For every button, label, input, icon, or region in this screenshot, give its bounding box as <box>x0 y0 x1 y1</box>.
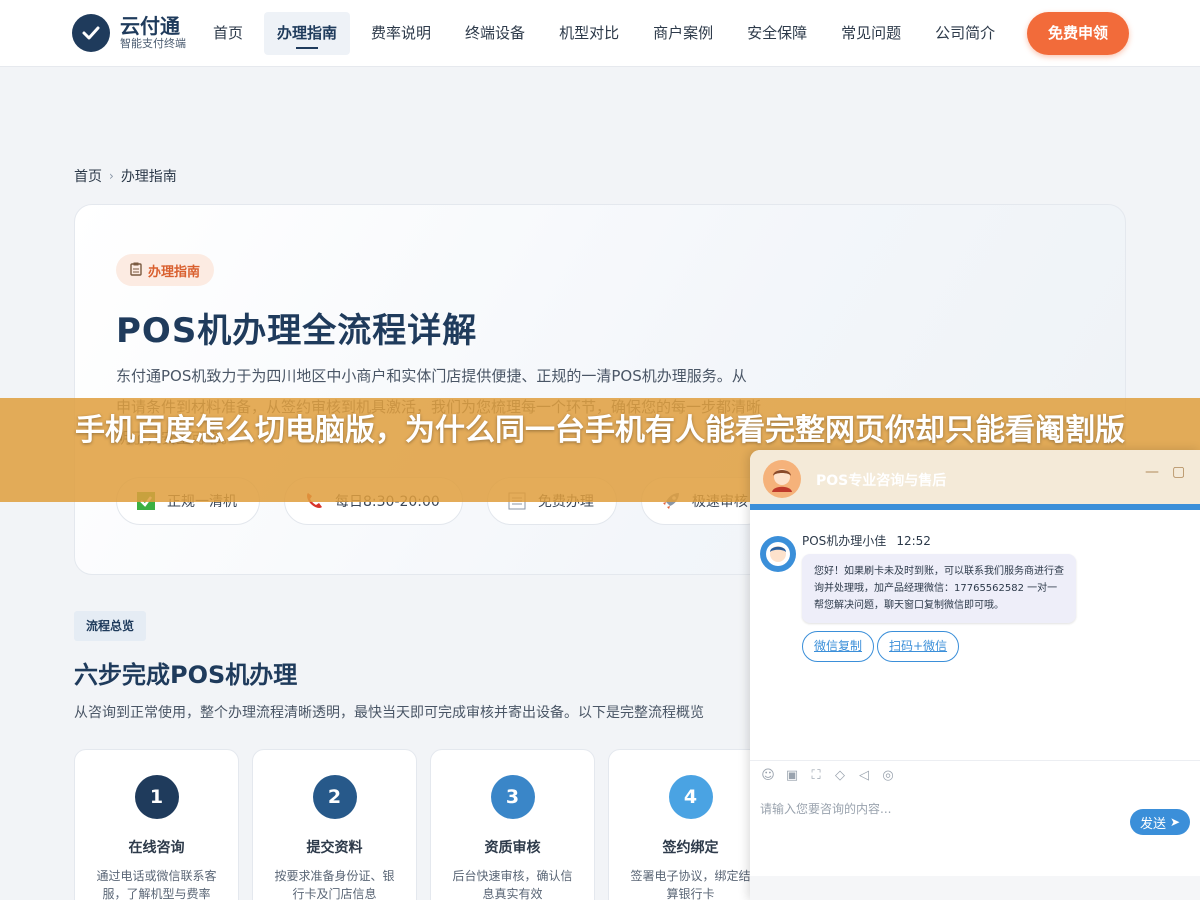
section-tag: 流程总览 <box>74 611 147 641</box>
logo-subtitle: 智能支付终端 <box>120 37 186 50</box>
nav-home[interactable]: 首页 <box>200 12 256 55</box>
nav-guide[interactable]: 办理指南 <box>264 12 351 55</box>
step-card: 4 签约绑定 签署电子协议，绑定结算银行卡 <box>608 749 773 900</box>
step-title: 在线咨询 <box>128 840 185 856</box>
nav-rates[interactable]: 费率说明 <box>358 12 444 55</box>
step-title: 签约绑定 <box>662 840 719 856</box>
screenshot-icon[interactable]: ⛶ <box>808 768 824 784</box>
send-label: 发送 <box>1139 816 1166 832</box>
breadcrumb-separator: › <box>109 169 114 183</box>
quick-reply-scan-wechat[interactable]: 扫码+微信 <box>877 631 960 662</box>
agent-name-text: POS机办理小佳 <box>802 534 887 548</box>
site-logo[interactable]: 云付通 智能支付终端 <box>72 14 186 52</box>
nav-about[interactable]: 公司简介 <box>922 12 1008 55</box>
quick-reply-copy-wechat[interactable]: 微信复制 <box>802 631 875 662</box>
page-title: POS机办理全流程详解 <box>116 311 478 351</box>
nav-cases[interactable]: 商户案例 <box>640 12 726 55</box>
send-button[interactable]: 发送 ➤ <box>1130 809 1190 835</box>
agent-name: POS机办理小佳 12:52 <box>802 532 931 549</box>
send-arrow-icon: ➤ <box>1169 815 1181 829</box>
minimize-icon[interactable]: — <box>1145 464 1159 480</box>
nav-security[interactable]: 安全保障 <box>734 12 820 55</box>
message-time: 12:52 <box>896 534 931 548</box>
wechat-icon[interactable]: ◎ <box>880 768 896 784</box>
logo-name: 云付通 <box>120 14 180 38</box>
step-number: 3 <box>490 775 535 819</box>
step-number: 1 <box>134 775 179 819</box>
logo-check-icon <box>72 14 110 52</box>
hero-tag-label: 办理指南 <box>148 264 201 280</box>
section-description: 从咨询到正常使用，整个办理流程清晰透明，最快当天即可完成审核并寄出设备。以下是完… <box>74 705 704 721</box>
chat-header[interactable]: POS专业咨询与售后 — ▢ <box>750 450 1200 510</box>
clipboard-icon <box>130 262 142 279</box>
breadcrumb-home[interactable]: 首页 <box>74 166 102 186</box>
breadcrumb-current: 办理指南 <box>120 169 177 185</box>
nav-compare[interactable]: 机型对比 <box>546 12 632 55</box>
section-title: 六步完成POS机办理 <box>74 661 298 689</box>
agent-avatar <box>760 536 796 572</box>
step-description: 按要求准备身份证、银行卡及门店信息 <box>274 869 395 900</box>
chat-footer <box>750 876 1200 900</box>
message-bubble: 您好！如果刷卡未及时到账，可以联系我们服务商进行查询并处理哦，加产品经理微信：1… <box>802 554 1076 623</box>
main-nav: 首页 办理指南 费率说明 终端设备 机型对比 商户案例 安全保障 常见问题 公司… <box>200 12 1016 55</box>
step-card: 1 在线咨询 通过电话或微信联系客服，了解机型与费率 <box>74 749 239 900</box>
step-number: 4 <box>668 775 713 819</box>
chat-input[interactable]: 请输入您要咨询的内容... <box>760 800 891 817</box>
chat-messages: POS机办理小佳 12:52 您好！如果刷卡未及时到账，可以联系我们服务商进行查询… <box>750 510 1200 760</box>
site-header: 云付通 智能支付终端 首页 办理指南 费率说明 终端设备 机型对比 商户案例 安… <box>0 0 1200 67</box>
nav-faq[interactable]: 常见问题 <box>828 12 914 55</box>
emoji-icon[interactable]: ☺ <box>760 768 776 784</box>
step-card: 2 提交资料 按要求准备身份证、银行卡及门店信息 <box>252 749 417 900</box>
step-description: 通过电话或微信联系客服，了解机型与费率 <box>96 869 217 900</box>
step-number: 2 <box>312 775 357 819</box>
chat-toolbar: ☺ ▣ ⛶ ◇ ◁ ◎ <box>750 760 1200 790</box>
nav-devices[interactable]: 终端设备 <box>452 12 538 55</box>
chat-title: POS专业咨询与售后 <box>816 473 947 489</box>
maximize-icon[interactable]: ▢ <box>1172 464 1185 480</box>
step-title: 提交资料 <box>306 840 363 856</box>
breadcrumb: 首页 › 办理指南 <box>74 166 177 186</box>
step-description: 签署电子协议，绑定结算银行卡 <box>630 869 751 900</box>
voice-icon[interactable]: ◁ <box>856 768 872 784</box>
chat-widget: POS专业咨询与售后 — ▢ POS机办理小佳 12:52 您好！如果刷卡未及时到… <box>750 450 1200 900</box>
image-icon[interactable]: ▣ <box>784 768 800 784</box>
steps-list: 1 在线咨询 通过电话或微信联系客服，了解机型与费率 2 提交资料 按要求准备身… <box>74 749 786 900</box>
step-card: 3 资质审核 后台快速审核，确认信息真实有效 <box>430 749 595 900</box>
step-description: 后台快速审核，确认信息真实有效 <box>452 869 573 900</box>
hero-tag: 办理指南 <box>116 254 215 286</box>
step-title: 资质审核 <box>484 840 541 856</box>
shield-icon[interactable]: ◇ <box>832 768 848 784</box>
support-avatar <box>763 460 801 498</box>
free-apply-button[interactable]: 免费申领 <box>1027 12 1129 55</box>
